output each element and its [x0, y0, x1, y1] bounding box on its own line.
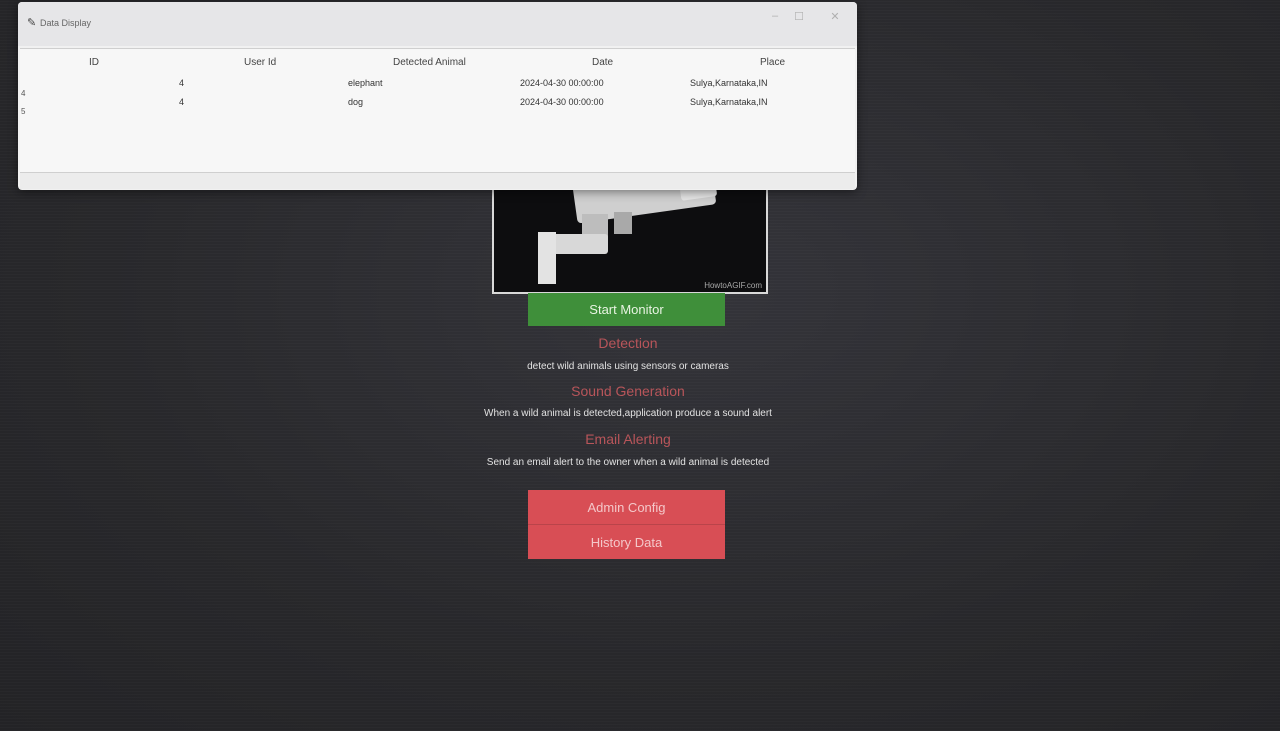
camera-watermark: HowtoAGIF.com: [704, 281, 762, 290]
minimize-icon[interactable]: –: [763, 10, 787, 26]
close-icon[interactable]: ✕: [823, 10, 847, 26]
column-header-detected-animal[interactable]: Detected Animal: [393, 57, 466, 68]
admin-config-button[interactable]: Admin Config: [528, 490, 725, 524]
feather-icon: ✎: [27, 17, 37, 29]
maximize-icon[interactable]: ☐: [787, 10, 811, 26]
cell-animal: elephant: [348, 78, 383, 88]
window-title: Data Display: [40, 18, 92, 28]
cell-user-id: 4: [179, 78, 185, 88]
horizontal-scrollbar[interactable]: [20, 172, 855, 189]
cell-user-id: 4: [179, 97, 185, 107]
data-table: ID User Id Detected Animal Date Place 4 …: [20, 48, 855, 173]
section-desc-sound: When a wild animal is detected,applicati…: [484, 408, 772, 419]
section-title-email: Email Alerting: [585, 431, 671, 447]
row-index: 4: [21, 89, 26, 98]
section-title-detection: Detection: [598, 335, 658, 351]
column-header-place[interactable]: Place: [760, 57, 785, 68]
cell-animal: dog: [348, 97, 364, 107]
section-desc-detection: detect wild animals using sensors or cam…: [527, 361, 729, 372]
row-index: 5: [21, 107, 26, 116]
cell-place: Sulya,Karnataka,IN: [690, 97, 768, 107]
data-display-window: ✎ Data Display – ☐ ✕ ID User Id Detected…: [18, 2, 857, 190]
column-header-date[interactable]: Date: [592, 57, 613, 68]
column-header-user-id[interactable]: User Id: [244, 57, 276, 68]
start-monitor-button[interactable]: Start Monitor: [528, 293, 725, 326]
section-desc-email: Send an email alert to the owner when a …: [486, 457, 770, 468]
cell-date: 2024-04-30 00:00:00: [520, 97, 604, 107]
window-titlebar[interactable]: ✎ Data Display – ☐ ✕: [18, 2, 857, 46]
cell-date: 2024-04-30 00:00:00: [520, 78, 604, 88]
cell-place: Sulya,Karnataka,IN: [690, 78, 768, 88]
history-data-button[interactable]: History Data: [528, 524, 725, 559]
section-title-sound: Sound Generation: [571, 383, 685, 399]
column-header-id[interactable]: ID: [89, 57, 99, 68]
